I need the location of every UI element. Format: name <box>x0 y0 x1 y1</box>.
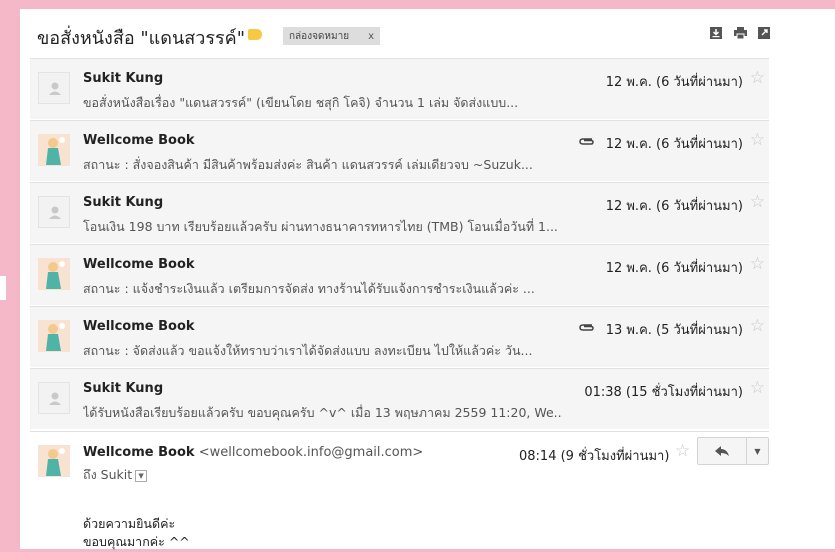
avatar <box>38 320 70 352</box>
attachment-icon <box>579 138 594 145</box>
avatar <box>38 258 70 290</box>
open-message-sender: Wellcome Book <wellcomebook.info@gmail.c… <box>83 445 423 460</box>
top-border <box>20 0 835 9</box>
reply-button-group: ▼ <box>697 437 769 465</box>
message-sender: Sukit Kung <box>83 71 164 86</box>
avatar <box>38 196 70 228</box>
left-background <box>0 0 20 549</box>
message-row[interactable]: Sukit Kung ขอสั่งหนังสือเรื่อง "แดนสวรรค… <box>30 58 769 119</box>
message-snippet: สถานะ : จัดส่งแล้ว ขอแจ้งให้ทราบว่าเราได… <box>83 343 533 358</box>
message-date: 13 พ.ค. (5 วันที่ผ่านมา) <box>605 323 743 338</box>
open-message: Wellcome Book <wellcomebook.info@gmail.c… <box>30 431 769 550</box>
message-body-line: ขอบคุณมากค่ะ ^^ <box>83 534 190 549</box>
avatar <box>38 134 70 166</box>
message-date: 12 พ.ค. (6 วันที่ผ่านมา) <box>605 137 743 152</box>
message-snippet: ขอสั่งหนังสือเรื่อง "แดนสวรรค์" (เขียนโด… <box>83 95 519 110</box>
reply-button[interactable] <box>698 438 746 464</box>
message-row[interactable]: Sukit Kung โอนเงิน 198 บาท เรียบร้อยแล้ว… <box>30 182 769 243</box>
star-icon[interactable]: ☆ <box>750 130 765 150</box>
message-date: 12 พ.ค. (6 วันที่ผ่านมา) <box>605 199 743 214</box>
download-icon[interactable] <box>710 27 722 39</box>
message-row[interactable]: Wellcome Book สถานะ : สั่งจองสินค้า มีสิ… <box>30 120 769 181</box>
message-sender: Wellcome Book <box>83 257 195 272</box>
sender-email: <wellcomebook.info@gmail.com> <box>198 445 424 460</box>
avatar <box>38 382 70 414</box>
open-message-date: 08:14 (9 ชั่วโมงที่ผ่านมา) <box>519 449 670 464</box>
print-icon[interactable] <box>734 27 747 39</box>
star-icon[interactable]: ☆ <box>750 378 765 398</box>
sender-name[interactable]: Wellcome Book <box>83 445 195 460</box>
label-chip[interactable]: กล่องจดหมาย x <box>283 27 380 45</box>
message-body-line: ด้วยความยินดีค่ะ <box>83 516 176 531</box>
message-sender: Wellcome Book <box>83 319 195 334</box>
recipient-text: ถึง Sukit <box>83 467 133 482</box>
avatar <box>38 72 70 104</box>
label-tag-icon[interactable] <box>248 29 262 40</box>
avatar <box>38 445 70 477</box>
attachment-icon <box>579 324 594 331</box>
star-icon[interactable]: ☆ <box>675 441 690 461</box>
conversation-panel: ขอสั่งหนังสือ "แดนสวรรค์" กล่องจดหมาย x … <box>20 9 835 549</box>
message-snippet: สถานะ : แจ้งชำระเงินแล้ว เตรียมการจัดส่ง… <box>83 281 535 296</box>
show-details-icon[interactable]: ▼ <box>135 469 148 482</box>
thread-subject: ขอสั่งหนังสือ "แดนสวรรค์" <box>37 28 245 49</box>
message-date: 12 พ.ค. (6 วันที่ผ่านมา) <box>605 261 743 276</box>
new-window-icon[interactable] <box>758 27 770 39</box>
star-icon[interactable]: ☆ <box>750 192 765 212</box>
star-icon[interactable]: ☆ <box>750 68 765 88</box>
left-edge-tab[interactable] <box>0 276 6 300</box>
message-snippet: สถานะ : สั่งจองสินค้า มีสินค้าพร้อมส่งค่… <box>83 157 533 172</box>
message-sender: Sukit Kung <box>83 195 164 210</box>
label-chip-text: กล่องจดหมาย <box>289 30 350 42</box>
message-row[interactable]: Wellcome Book สถานะ : แจ้งชำระเงินแล้ว เ… <box>30 244 769 305</box>
star-icon[interactable]: ☆ <box>750 316 765 336</box>
message-snippet: ได้รับหนังสือเรียบร้อยแล้วครับ ขอบคุณครั… <box>83 405 563 420</box>
message-date: 12 พ.ค. (6 วันที่ผ่านมา) <box>605 75 743 90</box>
message-sender: Sukit Kung <box>83 381 164 396</box>
remove-label-icon[interactable]: x <box>368 31 374 42</box>
message-row[interactable]: Sukit Kung ได้รับหนังสือเรียบร้อยแล้วครั… <box>30 368 769 429</box>
more-options-icon[interactable]: ▼ <box>747 438 768 464</box>
message-snippet: โอนเงิน 198 บาท เรียบร้อยแล้วครับ ผ่านทา… <box>83 219 558 234</box>
star-icon[interactable]: ☆ <box>750 254 765 274</box>
reply-icon <box>715 446 729 456</box>
message-row[interactable]: Wellcome Book สถานะ : จัดส่งแล้ว ขอแจ้งใ… <box>30 306 769 367</box>
message-sender: Wellcome Book <box>83 133 195 148</box>
recipient-line: ถึง Sukit ▼ <box>83 465 148 485</box>
message-date: 01:38 (15 ชั่วโมงที่ผ่านมา) <box>584 385 743 400</box>
